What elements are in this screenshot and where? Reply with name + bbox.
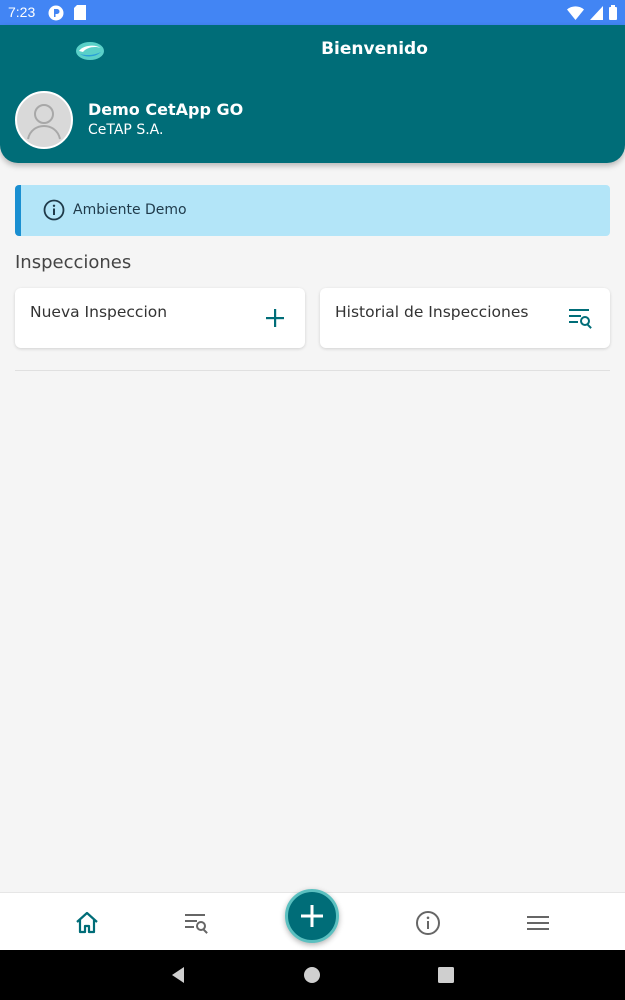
notification-p-icon (48, 5, 64, 21)
wifi-icon (567, 5, 584, 20)
home-circle-icon[interactable] (303, 966, 321, 984)
plus-icon (266, 309, 284, 327)
info-icon (43, 199, 65, 221)
header-title-text: Bienvenido (321, 39, 428, 59)
list-search-icon (569, 309, 592, 329)
info-icon[interactable] (415, 910, 441, 936)
list-search-icon[interactable] (183, 910, 209, 936)
status-right-icons (567, 5, 617, 20)
new-inspection-label: Nueva Inspeccion (30, 303, 168, 321)
add-fab-button[interactable] (285, 889, 339, 943)
menu-icon[interactable] (525, 910, 551, 936)
add-icon (301, 905, 323, 927)
header-title: Bienvenido (0, 39, 625, 59)
status-left-icons (48, 5, 86, 21)
status-bar: 7:23 (0, 0, 625, 25)
section-title: Inspecciones (15, 252, 132, 273)
environment-alert: Ambiente Demo (15, 185, 610, 236)
user-company: CeTAP S.A. (88, 122, 164, 138)
signal-icon (590, 5, 603, 20)
sd-card-icon (74, 5, 86, 20)
divider (15, 370, 610, 371)
battery-icon (609, 5, 617, 20)
back-icon[interactable] (169, 966, 187, 984)
system-nav-bar (0, 950, 625, 1000)
user-name: Demo CetApp GO (88, 100, 244, 119)
inspection-history-card[interactable]: Historial de Inspecciones (320, 288, 610, 348)
app-header: Bienvenido Demo CetApp GO CeTAP S.A. (0, 25, 625, 163)
user-placeholder-icon (27, 104, 61, 140)
alert-text: Ambiente Demo (73, 202, 187, 218)
avatar[interactable] (15, 91, 73, 149)
status-time: 7:23 (8, 4, 36, 20)
new-inspection-card[interactable]: Nueva Inspeccion (15, 288, 305, 348)
recents-icon[interactable] (437, 966, 455, 984)
inspection-history-label: Historial de Inspecciones (335, 303, 529, 321)
home-icon[interactable] (74, 910, 100, 936)
